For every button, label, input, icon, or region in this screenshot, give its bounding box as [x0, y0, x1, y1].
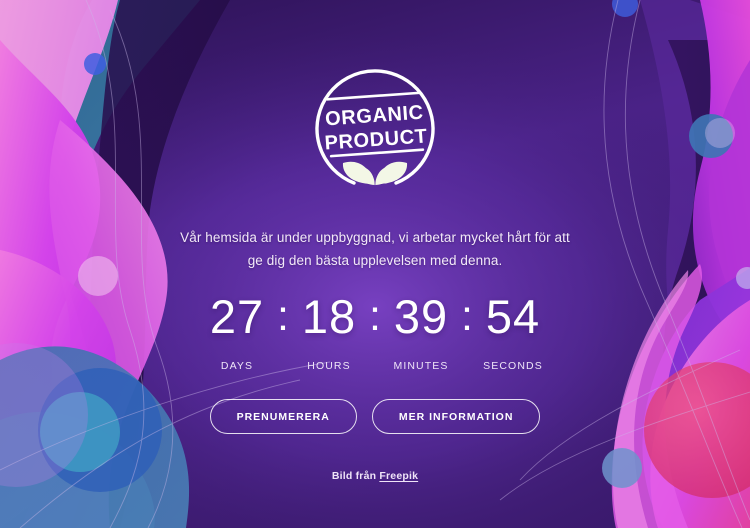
countdown-seconds-label: SECONDS [483, 360, 543, 373]
more-information-button[interactable]: MER INFORMATION [371, 399, 541, 435]
logo-badge: ORGANIC PRODUCT [295, 52, 455, 202]
countdown-unit-days: 27 DAYS [201, 293, 273, 372]
image-credit: Bild från Freepik [332, 470, 418, 482]
image-credit-prefix: Bild från [331, 470, 380, 483]
countdown-days-value: 27 [209, 290, 265, 344]
intro-line-2: ge dig den bästa upplevelsen med denna. [247, 253, 503, 269]
intro-paragraph: Vår hemsida är under uppbyggnad, vi arbe… [175, 226, 575, 272]
countdown-days-label: DAYS [220, 360, 254, 373]
countdown-unit-hours: 18 HOURS [293, 293, 365, 372]
intro-line-1: Vår hemsida är under uppbyggnad, vi arbe… [180, 230, 570, 245]
countdown-hours-value: 18 [301, 290, 357, 344]
countdown-separator-1: : [277, 292, 289, 341]
countdown-minutes-value: 39 [393, 290, 449, 344]
freepik-link[interactable]: Freepik [379, 470, 418, 482]
countdown-unit-minutes: 39 MINUTES [385, 293, 457, 372]
countdown-hours-label: HOURS [307, 360, 351, 373]
countdown-unit-seconds: 54 SECONDS [477, 293, 549, 372]
countdown-separator-2: : [369, 292, 381, 341]
countdown-minutes-label: MINUTES [393, 360, 449, 373]
countdown-separator-3: : [461, 292, 473, 341]
subscribe-button[interactable]: PRENUMERERA [209, 399, 357, 435]
landing-page: ORGANIC PRODUCT Vår hemsida är under upp… [0, 0, 750, 528]
organic-product-badge-icon: ORGANIC PRODUCT [315, 69, 435, 186]
cta-button-row: PRENUMERERA MER INFORMATION [209, 399, 541, 435]
countdown-timer: 27 DAYS : 18 HOURS : 39 MINUTES : 54 SEC… [201, 293, 549, 372]
countdown-seconds-value: 54 [485, 290, 541, 344]
